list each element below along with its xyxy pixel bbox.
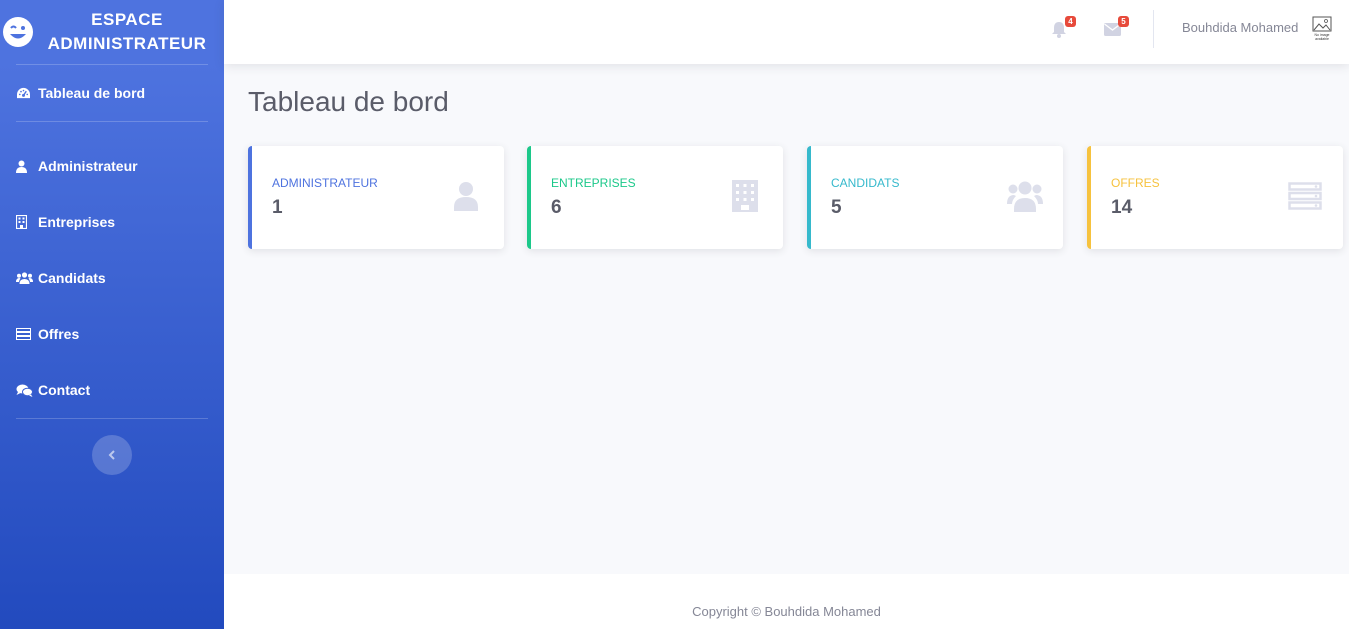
stat-card-value: 14	[1111, 197, 1133, 218]
alerts-button[interactable]: 4	[1048, 16, 1076, 40]
sidebar: ESPACE ADMINISTRATEUR Tableau de bord Ad…	[0, 0, 224, 629]
stat-card-label: OFFRES	[1111, 176, 1160, 190]
sidebar-item-label: Candidats	[38, 270, 106, 286]
sidebar-divider	[16, 121, 208, 122]
sidebar-item-contact[interactable]: Contact	[0, 362, 224, 418]
users-icon	[1007, 178, 1043, 214]
sidebar-item-entreprises[interactable]: Entreprises	[0, 194, 224, 250]
avatar-text-line-2: available	[1315, 37, 1329, 41]
user-icon	[16, 160, 34, 173]
footer: Copyright © Bouhdida Mohamed	[224, 574, 1349, 629]
sidebar-item-label: Entreprises	[38, 214, 116, 230]
stat-card-label: CANDIDATS	[831, 176, 900, 190]
sidebar-toggle-button[interactable]	[92, 435, 132, 475]
stat-card-offres[interactable]: OFFRES 14	[1087, 146, 1343, 249]
stat-card-label: ENTREPRISES	[551, 176, 636, 190]
no-image-placeholder-icon: No image available	[1312, 16, 1332, 41]
topbar: 4 5 Bouhdida Mohamed No image available	[224, 0, 1349, 64]
messages-count-badge: 5	[1118, 16, 1129, 27]
sidebar-item-candidats[interactable]: Candidats	[0, 250, 224, 306]
sidebar-item-offres[interactable]: Offres	[0, 306, 224, 362]
footer-copyright: Copyright © Bouhdida Mohamed	[692, 604, 881, 619]
sidebar-divider	[16, 418, 208, 419]
brand-line-2: ADMINISTRATEUR	[47, 34, 207, 53]
sidebar-item-label: Administrateur	[38, 158, 138, 174]
sidebar-item-administrateur[interactable]: Administrateur	[0, 138, 224, 194]
messages-button[interactable]: 5	[1101, 16, 1129, 40]
sidebar-item-label: Tableau de bord	[38, 85, 146, 101]
comments-icon	[16, 384, 34, 397]
list-icon	[1287, 178, 1323, 214]
users-icon	[16, 272, 34, 284]
stat-card-value: 6	[551, 197, 562, 218]
user-avatar[interactable]: No image available	[1312, 16, 1332, 42]
laugh-wink-icon	[3, 17, 33, 47]
stat-card-value: 5	[831, 197, 842, 218]
building-icon	[727, 178, 763, 214]
list-icon	[16, 328, 34, 340]
user-name[interactable]: Bouhdida Mohamed	[1182, 20, 1298, 35]
user-icon	[448, 178, 484, 214]
stat-card-candidats[interactable]: CANDIDATS 5	[807, 146, 1063, 249]
sidebar-item-label: Offres	[38, 326, 80, 342]
page-title: Tableau de bord	[248, 86, 449, 117]
building-icon	[16, 215, 34, 229]
sidebar-item-dashboard[interactable]: Tableau de bord	[0, 65, 224, 121]
brand-title: ESPACE ADMINISTRATEUR	[42, 8, 212, 56]
alerts-count-badge: 4	[1065, 16, 1076, 27]
sidebar-brand[interactable]: ESPACE ADMINISTRATEUR	[0, 0, 224, 64]
stat-card-administrateur[interactable]: ADMINISTRATEUR 1	[248, 146, 504, 249]
chevron-left-icon	[108, 450, 115, 460]
sidebar-item-label: Contact	[38, 382, 91, 398]
stat-card-entreprises[interactable]: ENTREPRISES 6	[527, 146, 783, 249]
topbar-divider	[1153, 10, 1154, 48]
stat-card-label: ADMINISTRATEUR	[272, 176, 378, 190]
tachometer-icon	[16, 87, 34, 100]
brand-line-1: ESPACE	[91, 10, 163, 29]
stat-card-value: 1	[272, 197, 283, 218]
